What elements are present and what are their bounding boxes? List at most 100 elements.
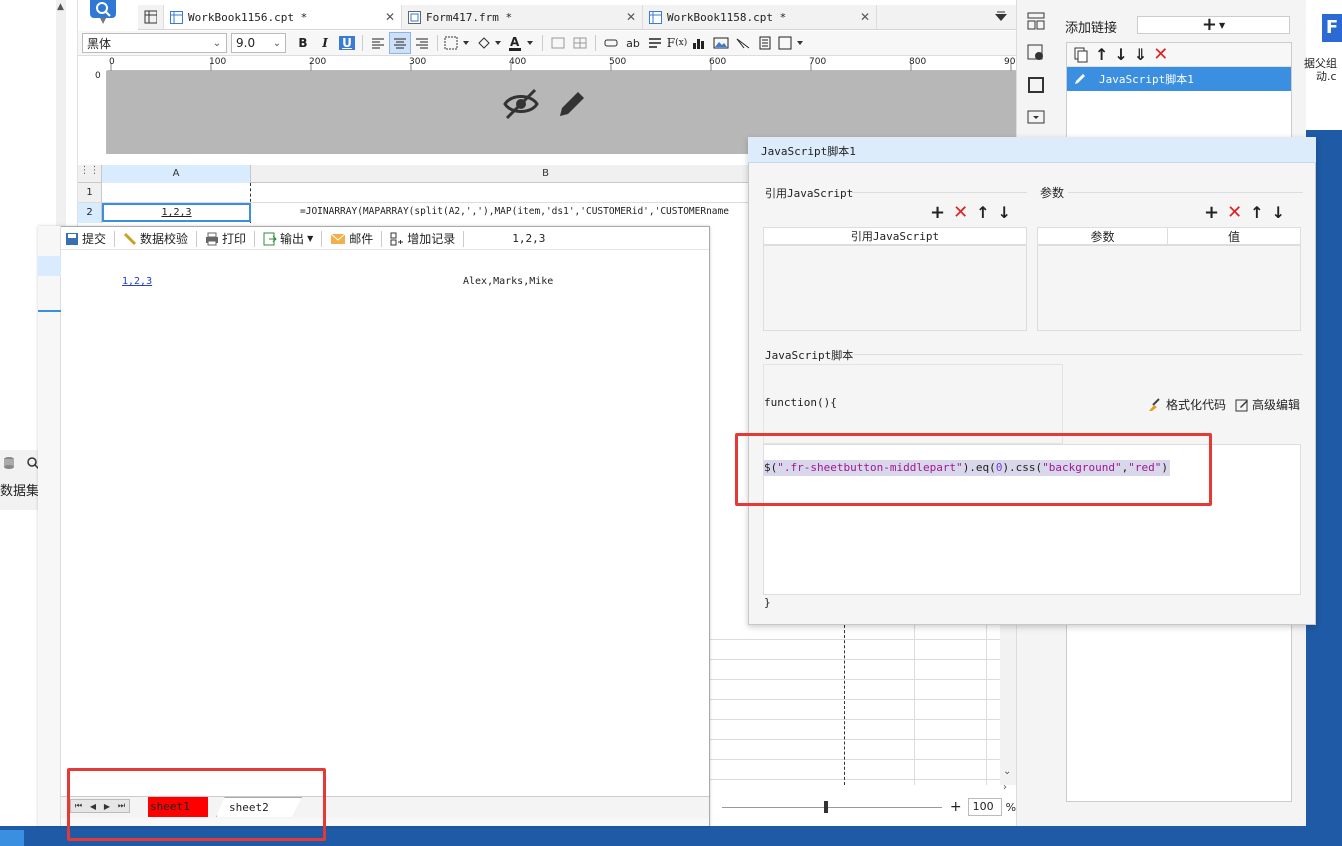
close-icon[interactable]: ✕ <box>860 10 870 24</box>
param-up-icon[interactable]: ↑ <box>1250 203 1263 222</box>
chart-icon[interactable] <box>688 32 710 54</box>
tab-workbook1158[interactable]: WorkBook1158.cpt * ✕ <box>643 5 877 29</box>
dataset-label[interactable]: 数据集 <box>0 480 39 499</box>
taskbar-icon[interactable] <box>0 830 24 846</box>
merge-icon[interactable] <box>547 32 569 54</box>
border-icon[interactable] <box>442 32 474 54</box>
validate-button[interactable]: 数据校验 <box>119 230 192 247</box>
ruler-tick-label: 0 <box>109 57 115 67</box>
vertical-scrollbar[interactable] <box>1000 625 1016 785</box>
format-toolbar: 黑体 ⌄ 9.0 ⌄ B I U A ab F (x) <box>78 31 1016 56</box>
edit-pencil-icon[interactable] <box>556 88 588 120</box>
widget-settings-icon[interactable] <box>1027 108 1045 126</box>
move-up-icon[interactable]: ↑ <box>1095 45 1108 64</box>
zoom-value: 100 <box>972 800 994 813</box>
split-icon[interactable] <box>569 32 591 54</box>
column-header-a[interactable]: A <box>102 165 251 183</box>
close-icon[interactable]: ✕ <box>626 10 636 24</box>
link-list-item[interactable]: JavaScript脚本1 <box>1067 67 1291 91</box>
tab-icon-grid[interactable] <box>138 5 164 29</box>
align-right-icon[interactable] <box>411 32 433 54</box>
float-element-icon[interactable] <box>1027 76 1045 94</box>
scroll-up-icon[interactable]: ▲ <box>57 2 64 12</box>
move-bottom-icon[interactable]: ⇓ <box>1134 45 1147 64</box>
bold-icon[interactable]: B <box>292 32 314 54</box>
zoom-slider-track[interactable] <box>721 800 942 813</box>
vertical-ruler: 0 <box>92 71 107 154</box>
tab-menu-icon[interactable] <box>986 5 1016 29</box>
row-header-1[interactable]: 1 <box>78 183 102 203</box>
widget-icon[interactable] <box>776 32 808 54</box>
add-link-button[interactable]: + ▼ <box>1137 16 1290 34</box>
format-code-button[interactable]: 格式化代码 <box>1147 396 1226 413</box>
param-section: 参数 <box>1040 186 1065 200</box>
cell-attr-icon[interactable] <box>1027 12 1045 30</box>
ref-down-icon[interactable]: ↓ <box>998 203 1011 222</box>
advanced-edit-label: 高级编辑 <box>1252 398 1301 412</box>
add-record-button[interactable]: 增加记录 <box>386 230 459 247</box>
validate-icon <box>123 232 137 245</box>
cell-b2-formula[interactable]: =JOINARRAY(MAPARRAY(split(A2,','),MAP(it… <box>300 206 748 220</box>
cell-a2[interactable]: 1,2,3 <box>102 203 251 222</box>
paragraph-icon[interactable] <box>644 32 666 54</box>
grid-lower-area <box>710 625 1016 785</box>
mail-button[interactable]: 邮件 <box>326 230 377 247</box>
validate-label: 数据校验 <box>140 232 189 246</box>
scroll-down-icon[interactable]: ⌄ <box>1003 766 1011 777</box>
search-dropdown-icon[interactable]: ▼ <box>100 16 106 25</box>
font-color-icon[interactable]: A <box>506 32 538 54</box>
subreport-icon[interactable] <box>754 32 776 54</box>
scroll-right-icon[interactable]: › <box>1003 782 1007 793</box>
add-ref-icon[interactable]: + <box>930 202 945 223</box>
ref-up-icon[interactable]: ↑ <box>976 203 989 222</box>
chevron-down-icon: ▼ <box>1218 20 1226 30</box>
plus-icon: + <box>1201 14 1217 35</box>
dialog-title-text: JavaScript脚本1 <box>761 145 856 158</box>
cell-settings-icon[interactable] <box>1027 44 1045 62</box>
advanced-edit-button[interactable]: 高级编辑 <box>1235 396 1300 413</box>
align-center-icon[interactable] <box>389 32 411 54</box>
delete-param-icon[interactable]: ✕ <box>1227 202 1242 223</box>
link-list-toolbar: ↑ ↓ ⇓ ✕ <box>1067 43 1291 67</box>
slash-icon[interactable] <box>732 32 754 54</box>
delete-ref-icon[interactable]: ✕ <box>953 202 968 223</box>
submit-button[interactable]: 提交 <box>61 230 110 247</box>
add-param-icon[interactable]: + <box>1204 202 1219 223</box>
ref-section-rule <box>852 192 1027 193</box>
align-left-icon[interactable] <box>367 32 389 54</box>
fn-close-text: } <box>764 596 771 609</box>
fill-color-icon[interactable] <box>474 32 506 54</box>
tab-workbook1156[interactable]: WorkBook1156.cpt * ✕ <box>164 5 402 29</box>
copy-icon[interactable] <box>1073 47 1089 63</box>
tab-form417[interactable]: Form417.frm * ✕ <box>402 5 643 29</box>
italic-icon[interactable]: I <box>314 32 336 54</box>
param-table[interactable]: 参数 值 <box>1037 227 1301 331</box>
zoom-input[interactable]: 100 <box>967 798 1002 816</box>
add-record-icon <box>390 232 404 245</box>
code-highlight-box <box>735 433 1212 506</box>
move-down-icon[interactable]: ↓ <box>1114 45 1127 64</box>
database-icon[interactable] <box>2 456 16 470</box>
formula-icon[interactable]: F (x) <box>666 32 688 54</box>
preview-link-cell[interactable]: 1,2,3 <box>122 276 152 287</box>
delete-icon[interactable]: ✕ <box>1153 44 1168 65</box>
row-header-2[interactable]: 2 <box>78 203 102 223</box>
zoom-slider-thumb[interactable] <box>823 800 828 813</box>
underline-icon[interactable]: U <box>336 32 358 54</box>
hidden-eye-icon[interactable] <box>503 88 539 120</box>
sheet-highlight-box <box>67 768 326 841</box>
text-icon[interactable]: ab <box>622 32 644 54</box>
js-script-section: JavaScript脚本 <box>765 349 854 362</box>
print-button[interactable]: 打印 <box>201 230 250 247</box>
zoom-plus[interactable]: + <box>950 799 962 815</box>
grid-corner[interactable]: ⋮⋮ <box>78 165 102 183</box>
size-select[interactable]: 9.0 ⌄ <box>231 33 286 53</box>
link-icon[interactable] <box>600 32 622 54</box>
image-icon[interactable] <box>710 32 732 54</box>
param-down-icon[interactable]: ↓ <box>1272 203 1285 222</box>
ref-js-table[interactable]: 引用JavaScript <box>763 227 1027 331</box>
export-button[interactable]: 输出 ▼ <box>259 230 317 247</box>
close-icon[interactable]: ✕ <box>385 10 395 24</box>
ref-js-section: 引用JavaScript <box>765 187 854 200</box>
font-select[interactable]: 黑体 ⌄ <box>82 33 227 53</box>
